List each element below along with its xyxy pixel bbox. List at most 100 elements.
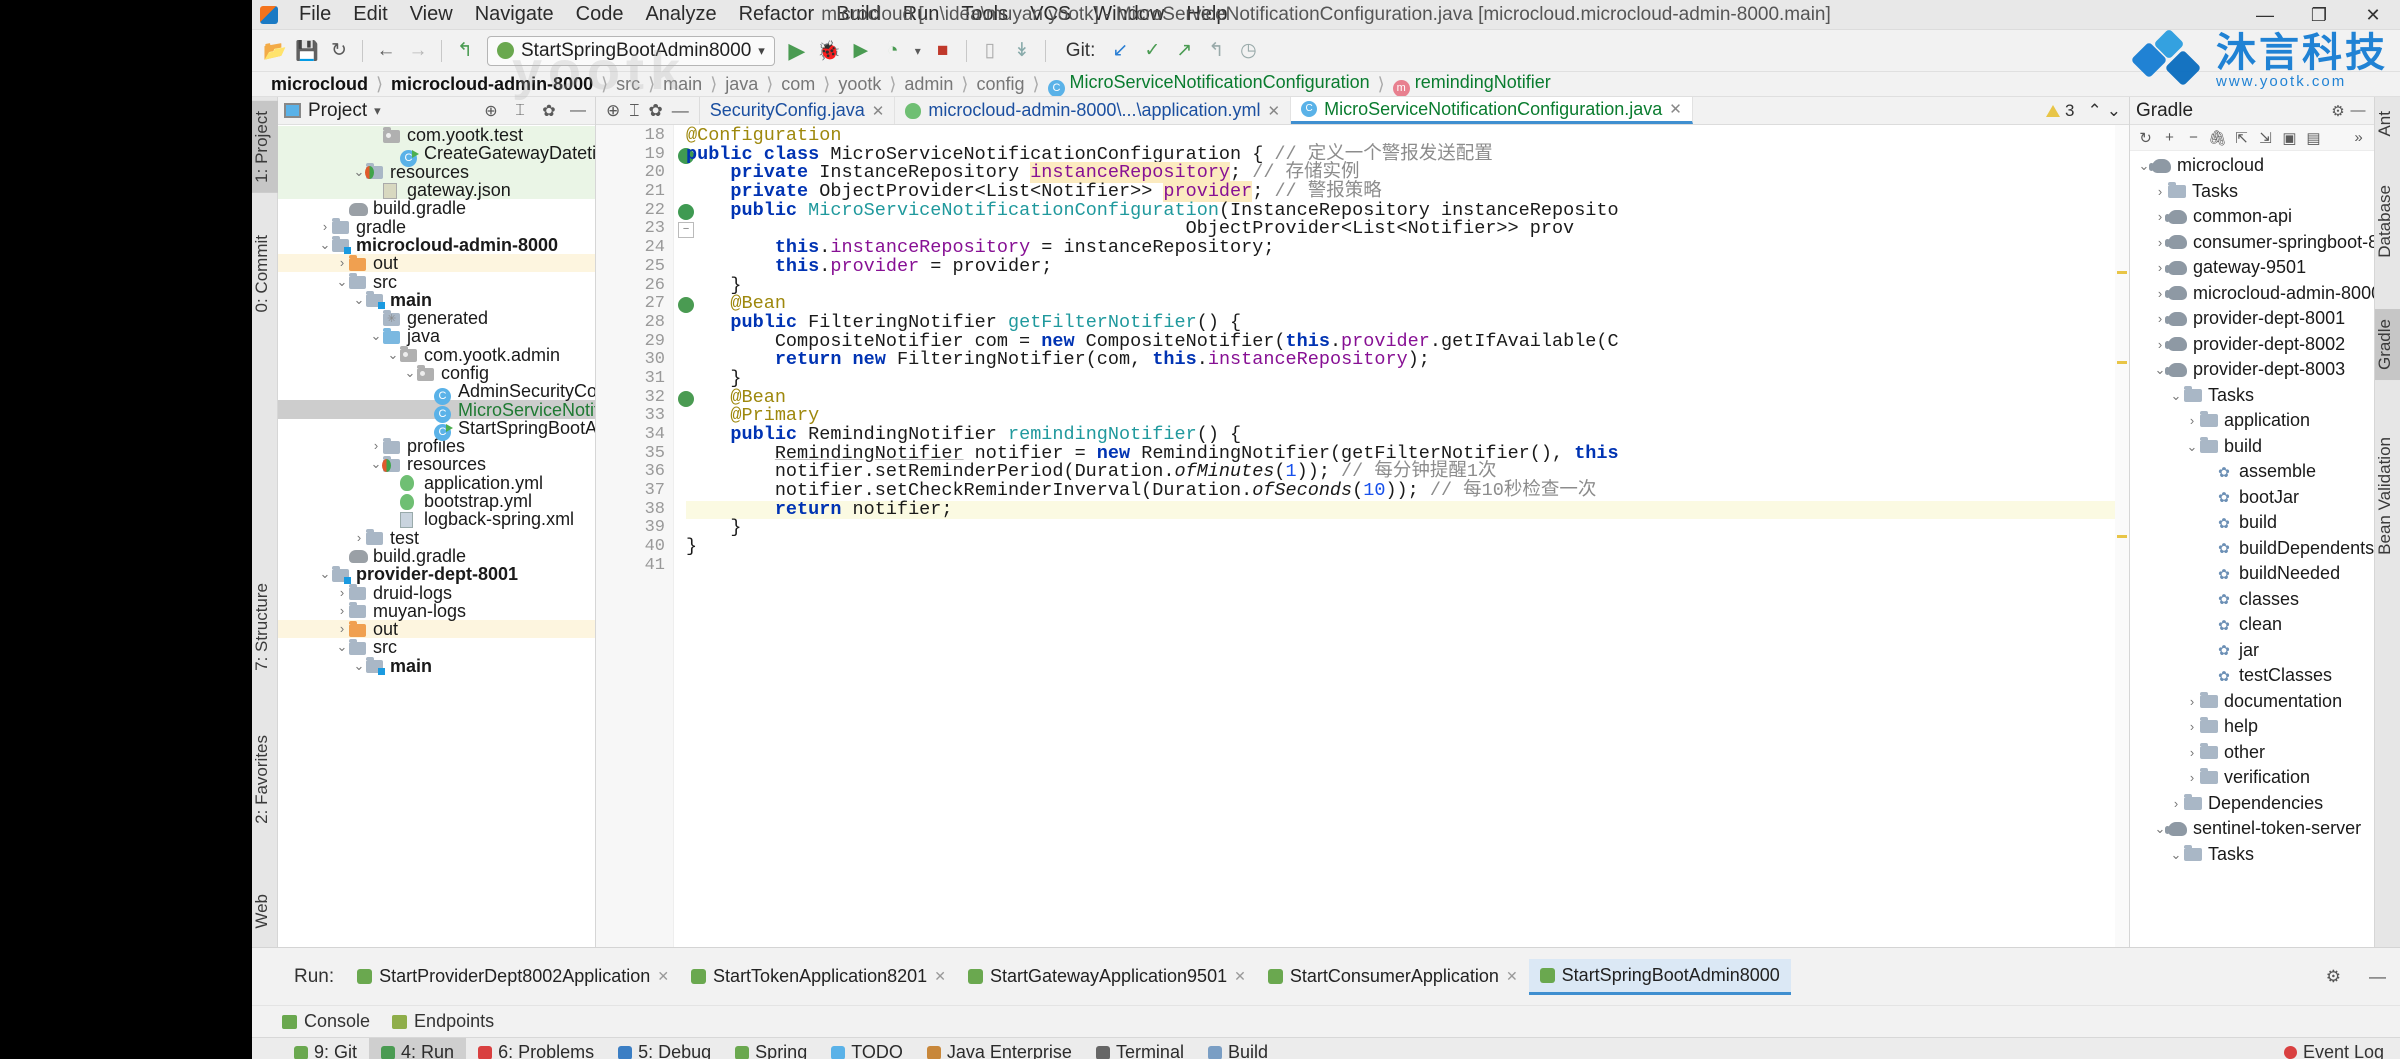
hide-panel-icon[interactable]: — — [2348, 101, 2368, 121]
close-tab-icon[interactable]: ✕ — [1669, 100, 1682, 118]
hide-panel-icon[interactable]: — — [567, 100, 589, 122]
tree-item[interactable]: ⌄ resources — [278, 455, 595, 473]
rail-tab-structure[interactable]: 7: Structure — [252, 573, 278, 681]
close-tab-icon[interactable]: ✕ — [1506, 968, 1518, 985]
menu-view[interactable]: View — [399, 0, 464, 29]
tree-item[interactable]: logback-spring.xml — [278, 510, 595, 528]
chevron-down-icon[interactable]: ▾ — [374, 103, 381, 119]
git-revert-icon[interactable]: ↰ — [1201, 36, 1231, 66]
line-number[interactable]: 30 — [596, 351, 673, 370]
tree-item[interactable]: ⌄ resources — [278, 162, 595, 181]
tree-item[interactable]: ⌄ main — [278, 657, 595, 676]
locate-icon[interactable]: ⊕ — [480, 100, 502, 122]
line-number[interactable]: 26 — [596, 276, 673, 296]
code-text[interactable]: @Configuration public class MicroServiceN… — [674, 125, 2129, 947]
line-number[interactable]: 20 — [596, 164, 673, 183]
line-number[interactable]: 36 — [596, 463, 673, 482]
line-number[interactable]: 18 — [596, 126, 673, 146]
gradle-tree-item[interactable]: ✿ testClasses — [2130, 663, 2374, 689]
chevron-right-icon[interactable]: › — [352, 529, 366, 547]
breadcrumb-item[interactable]: microcloud — [266, 74, 373, 95]
gear-icon[interactable]: ⚙ — [2328, 101, 2348, 121]
line-number[interactable]: 38 — [596, 500, 673, 520]
gradle-tree-item[interactable]: ⌄ Tasks — [2130, 383, 2374, 409]
inspection-status[interactable]: 3 ⌃ ⌄ — [2038, 97, 2129, 124]
attach-icon[interactable]: 🖇 — [2207, 127, 2228, 148]
breadcrumb-item[interactable]: com — [776, 74, 820, 95]
code-line[interactable]: } — [686, 537, 2129, 557]
stop-button[interactable]: ■ — [928, 36, 958, 66]
chevron-down-icon[interactable]: ⌄ — [352, 163, 366, 181]
rail-tab-database[interactable]: Database — [2375, 175, 2400, 268]
gradle-tree-item[interactable]: › microcloud-admin-8000 — [2130, 281, 2374, 307]
tree-item[interactable]: application.yml — [278, 474, 595, 492]
chevron-down-icon[interactable]: ⌄ — [335, 273, 349, 291]
chevron-right-icon[interactable]: › — [369, 437, 383, 455]
menu-file[interactable]: File — [288, 0, 342, 29]
chevron-down-icon[interactable]: ⌄ — [403, 364, 417, 382]
run-subtab-endpoints[interactable]: Endpoints — [392, 1011, 494, 1032]
menu-analyze[interactable]: Analyze — [634, 0, 727, 29]
chevron-right-icon[interactable]: › — [2184, 408, 2200, 433]
maximize-button[interactable]: ❐ — [2292, 0, 2346, 30]
chevron-right-icon[interactable]: › — [2152, 179, 2168, 204]
code-line[interactable]: notifier.setCheckReminderInverval(Durati… — [686, 481, 2129, 501]
editor-scrollbar[interactable] — [2115, 125, 2129, 947]
bottom-tool-tab[interactable]: 9: Git — [282, 1038, 369, 1059]
bottom-tool-tab[interactable]: Build — [1196, 1038, 1280, 1059]
close-tab-icon[interactable]: ✕ — [872, 102, 885, 120]
line-number[interactable]: 39 — [596, 519, 673, 538]
chevron-right-icon[interactable]: › — [2184, 740, 2200, 765]
warning-marker[interactable] — [2117, 535, 2127, 538]
bottom-tool-tab[interactable]: 6: Problems — [466, 1038, 606, 1059]
line-number[interactable]: 19 — [596, 145, 694, 165]
close-tab-icon[interactable]: ✕ — [934, 968, 946, 985]
tree-item[interactable]: ⌄ config — [278, 364, 595, 382]
chevron-down-icon[interactable]: ⌄ — [318, 565, 332, 583]
tree-item[interactable]: › druid-logs — [278, 583, 595, 602]
breadcrumb-item[interactable]: admin — [899, 74, 958, 95]
run-subtab-console[interactable]: Console — [282, 1011, 370, 1032]
line-number[interactable]: 37 — [596, 481, 673, 501]
tree-item[interactable]: ⌄ provider-dept-8001 — [278, 565, 595, 584]
close-tab-icon[interactable]: ✕ — [1268, 102, 1281, 120]
chevron-down-icon[interactable]: ⌄ — [369, 327, 383, 345]
breadcrumb-item[interactable]: src — [611, 74, 645, 95]
chevron-right-icon[interactable]: › — [2184, 689, 2200, 714]
code-line[interactable]: this.provider = provider; — [686, 257, 2129, 277]
tree-item[interactable]: ⌄ src — [278, 272, 595, 291]
close-tab-icon[interactable]: ✕ — [1234, 968, 1246, 985]
chevron-right-icon[interactable]: › — [318, 218, 332, 236]
gradle-tree-item[interactable]: › application — [2130, 408, 2374, 434]
gradle-tree-item[interactable]: ⌄ provider-dept-8003 — [2130, 357, 2374, 383]
tree-item[interactable]: › muyan-logs — [278, 602, 595, 620]
run-tab[interactable]: StartConsumerApplication ✕ — [1257, 966, 1529, 987]
code-line[interactable]: return new FilteringNotifier(com, this.i… — [686, 350, 2129, 370]
editor-tab[interactable]: C MicroServiceNotificationConfiguration.j… — [1291, 97, 1693, 124]
line-number[interactable]: 27 — [596, 294, 694, 314]
breadcrumb-item[interactable]: java — [720, 74, 763, 95]
line-number[interactable]: 34 — [596, 425, 673, 445]
line-number[interactable]: 35 — [596, 444, 673, 464]
line-number[interactable]: 22 — [596, 201, 694, 221]
rail-tab-gradle[interactable]: Gradle — [2375, 309, 2400, 381]
more-icon[interactable]: » — [2348, 127, 2369, 148]
expand-all-icon[interactable]: ⇱ — [2231, 127, 2252, 148]
gradle-tree-item[interactable]: › help — [2130, 714, 2374, 740]
gradle-tree-item[interactable]: ✿ jar — [2130, 638, 2374, 664]
gradle-tree-item[interactable]: ✿ build — [2130, 510, 2374, 536]
git-push-icon[interactable]: ↗ — [1169, 36, 1199, 66]
code-line[interactable]: } — [686, 369, 2129, 389]
chevron-down-icon[interactable]: ▾ — [758, 43, 765, 59]
tree-item[interactable]: build.gradle — [278, 547, 595, 565]
collapse-all-icon[interactable]: ⌶ — [509, 100, 531, 122]
bottom-tool-tab[interactable]: TODO — [819, 1038, 915, 1059]
open-project-icon[interactable]: 📂 — [260, 36, 290, 66]
line-number[interactable]: 40 — [596, 537, 673, 557]
line-number[interactable]: 24 — [596, 238, 673, 258]
git-update-icon[interactable]: ↙ — [1105, 36, 1135, 66]
tree-item[interactable]: CCreateGatewayDatetime — [278, 144, 595, 167]
line-number[interactable]: 41 — [596, 556, 673, 576]
close-button[interactable]: ✕ — [2346, 0, 2400, 30]
breadcrumb-item[interactable]: main — [658, 74, 707, 95]
